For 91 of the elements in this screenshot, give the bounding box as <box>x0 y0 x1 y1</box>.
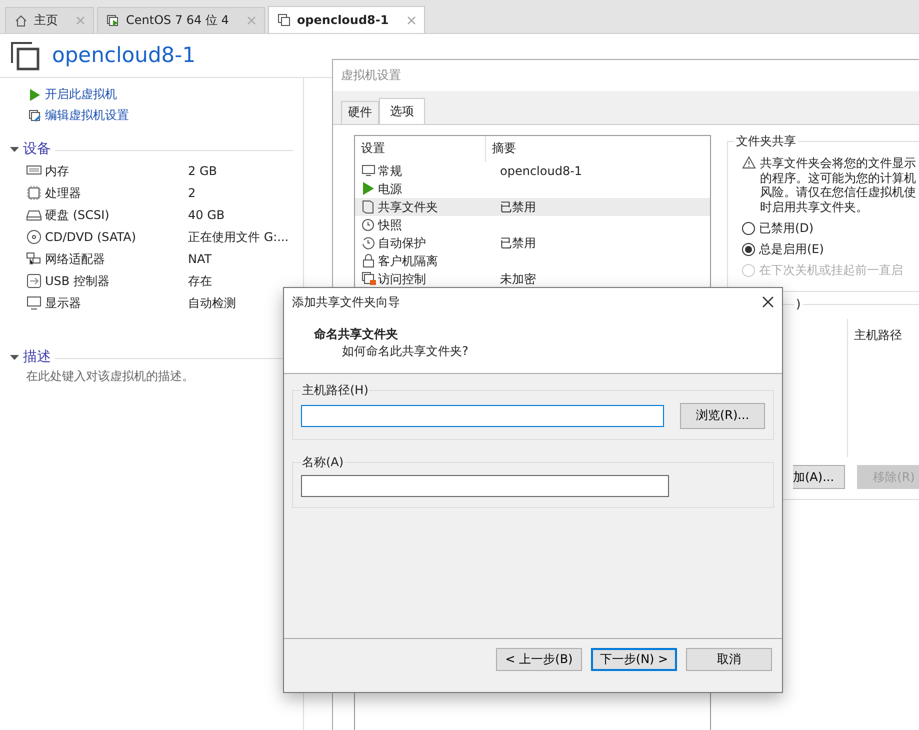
vm-running-icon <box>106 14 120 28</box>
setting-name: 客户机隔离 <box>378 252 438 270</box>
input-field[interactable] <box>301 404 664 427</box>
cpu-icon <box>26 184 42 201</box>
device-value: 自动检测 <box>188 294 236 312</box>
tab[interactable]: opencloud8-1 <box>268 6 425 33</box>
radio-button[interactable] <box>742 243 755 256</box>
tab[interactable]: 主页 <box>5 7 94 33</box>
monitor-icon <box>361 163 376 178</box>
history-icon <box>361 235 376 250</box>
close-icon <box>76 16 85 25</box>
setting-name: 共享文件夹 <box>378 198 438 216</box>
radio-label: 在下次关机或挂起前一直启 <box>759 262 903 279</box>
warning-icon <box>742 156 756 169</box>
section-heading[interactable]: 描述 <box>23 348 51 368</box>
tab[interactable]: 硬件 <box>341 101 379 124</box>
device-name[interactable]: CD/DVD (SATA) <box>45 228 136 246</box>
section-heading[interactable]: 设备 <box>23 140 51 160</box>
device-value: NAT <box>188 250 212 268</box>
lock-icon <box>361 253 376 268</box>
device-value: 2 <box>188 184 196 202</box>
button[interactable]: 下一步(N) > <box>591 648 677 671</box>
network-icon <box>26 250 42 267</box>
device-name[interactable]: 网络适配器 <box>45 250 105 268</box>
tab[interactable]: 选项 <box>379 98 425 124</box>
button[interactable]: < 上一步(B) <box>496 648 582 671</box>
device-value: 2 GB <box>188 162 217 180</box>
vm-icon <box>10 40 40 70</box>
button[interactable]: 取消 <box>686 648 772 671</box>
action-link[interactable]: 开启此虚拟机 <box>45 86 117 103</box>
radio-button[interactable] <box>742 222 755 235</box>
group-title: ) <box>794 296 803 313</box>
setting-name: 快照 <box>378 216 402 234</box>
settings-row[interactable]: 共享文件夹 已禁用 <box>355 198 710 216</box>
field-label: 名称(A) <box>301 454 345 471</box>
wizard-heading: 命名共享文件夹 <box>314 326 399 343</box>
device-value: 40 GB <box>188 206 225 224</box>
collapse-icon <box>10 147 19 153</box>
device-name[interactable]: 内存 <box>45 162 69 180</box>
dialog-title: 虚拟机设置 <box>341 67 401 84</box>
home-icon <box>14 14 28 28</box>
column-header: 设置 <box>355 136 486 162</box>
browse-button[interactable]: 浏览(R)... <box>680 402 765 429</box>
usb-icon <box>26 272 42 289</box>
settings-row[interactable]: 客户机隔离 <box>355 252 710 270</box>
radio-label[interactable]: 总是启用(E) <box>759 241 824 258</box>
close-icon <box>762 296 774 308</box>
device-name[interactable]: 显示器 <box>45 294 81 312</box>
close-icon <box>246 16 256 25</box>
setting-summary: 已禁用 <box>500 198 536 216</box>
device-name[interactable]: USB 控制器 <box>45 272 110 290</box>
wizard-subheading: 如何命名此共享文件夹? <box>342 342 470 360</box>
monitor-icon <box>26 294 42 311</box>
edit-settings-icon <box>28 108 42 122</box>
close-icon <box>406 16 416 24</box>
settings-row[interactable]: 快照 <box>355 216 710 234</box>
radio-label[interactable]: 已禁用(D) <box>759 220 814 237</box>
folder-icon <box>361 199 376 214</box>
device-value: 正在使用文件 G:... <box>188 228 289 246</box>
setting-name: 常规 <box>378 162 402 180</box>
locked-vm-icon <box>361 271 376 286</box>
column-header: 摘要 <box>491 140 517 157</box>
setting-name: 自动保护 <box>378 234 426 252</box>
settings-row[interactable]: 常规 opencloud8-1 <box>355 162 710 180</box>
vm-title: opencloud8-1 <box>52 42 196 69</box>
setting-summary: 未加密 <box>500 270 536 288</box>
play-icon <box>28 88 42 102</box>
settings-row[interactable]: 访问控制 未加密 <box>355 270 710 288</box>
settings-row[interactable]: 自动保护 已禁用 <box>355 234 710 252</box>
disc-icon <box>26 228 42 245</box>
collapse-icon <box>10 355 19 361</box>
column-header: 主机路径 <box>847 319 919 457</box>
field-label: 主机路径(H) <box>301 382 370 399</box>
setting-name: 电源 <box>378 180 402 198</box>
device-name[interactable]: 硬盘 (SCSI) <box>45 206 110 224</box>
settings-row[interactable]: 电源 <box>355 180 710 198</box>
clock-icon <box>361 217 376 232</box>
button[interactable]: 加(A)... <box>793 465 845 489</box>
tab[interactable]: CentOS 7 64 位 4 <box>97 7 265 33</box>
input-field[interactable] <box>301 474 669 497</box>
vm-icon <box>276 13 291 27</box>
setting-summary: 已禁用 <box>500 234 536 252</box>
play-icon <box>361 181 376 196</box>
group-title: 文件夹共享 <box>734 133 798 150</box>
action-link[interactable]: 编辑虚拟机设置 <box>45 107 129 124</box>
setting-name: 访问控制 <box>378 270 426 288</box>
dialog-title: 添加共享文件夹向导 <box>292 294 400 310</box>
setting-summary: opencloud8-1 <box>500 162 582 180</box>
device-name[interactable]: 处理器 <box>45 184 81 202</box>
warning-text: 共享文件夹会将您的文件显示 的程序。这可能为您的计算机 风险。请仅在您信任虚拟机使 时启用共享文件夹。 <box>760 156 916 214</box>
device-value: 存在 <box>188 272 212 290</box>
